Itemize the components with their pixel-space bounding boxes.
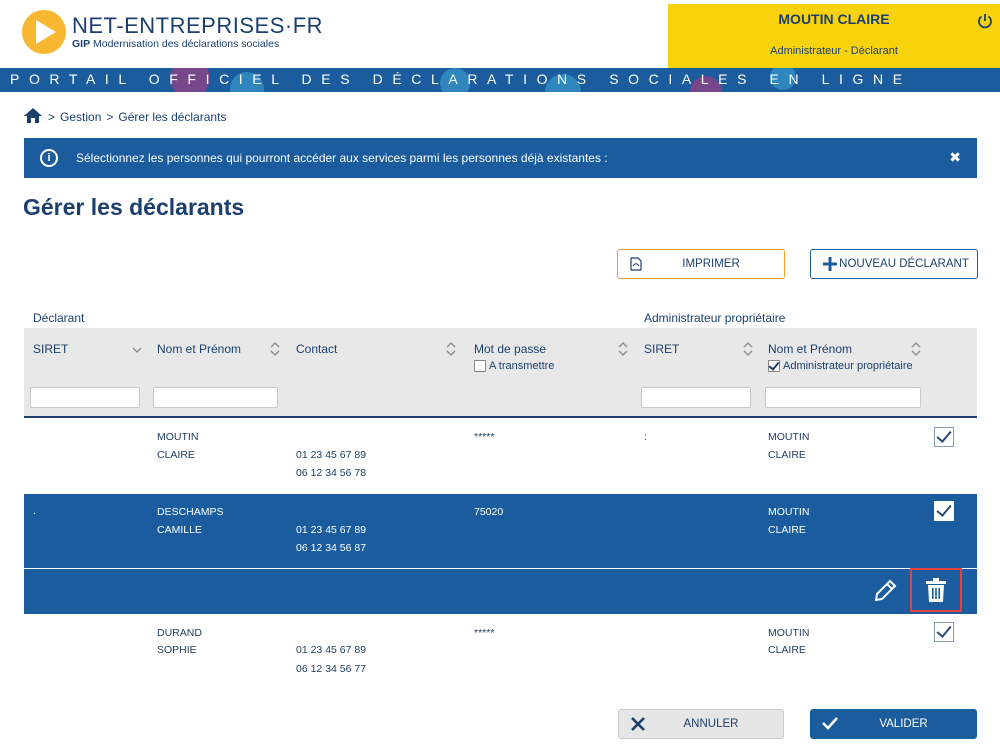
validate-button[interactable]: VALIDER: [810, 709, 977, 739]
logo-title: NET-ENTREPRISES·FR: [72, 12, 324, 38]
portal-banner: PORTAIL OFFICIEL DES DÉCLARATIONS SOCIAL…: [0, 68, 1000, 92]
header: NET-ENTREPRISES·FR GIP Modernisation des…: [0, 0, 1000, 68]
checkbox-transmettre[interactable]: [474, 360, 486, 372]
info-bar: i Sélectionnez les personnes qui pourron…: [24, 138, 977, 178]
group-declarant: Déclarant: [33, 311, 85, 325]
breadcrumb-separator: >: [106, 110, 114, 124]
cell-admin-nom: MOUTIN: [768, 431, 810, 443]
chevron-down-icon[interactable]: [132, 342, 142, 356]
check-icon: [822, 716, 838, 733]
sort-icon[interactable]: [618, 342, 628, 356]
breadcrumb-separator: >: [48, 110, 56, 124]
logo-subtitle: GIP Modernisation des déclarations socia…: [72, 37, 280, 50]
filter-siret-admin-input[interactable]: [641, 387, 751, 408]
cell-nom: DESCHAMPS: [157, 506, 224, 518]
new-declarant-label: NOUVEAU DÉCLARANT: [839, 258, 969, 270]
row-checkbox[interactable]: [934, 501, 954, 521]
plus-icon: [823, 257, 837, 274]
filter-transmettre[interactable]: A transmettre: [474, 360, 554, 372]
table-row[interactable]: DURAND SOPHIE 01 23 45 67 89 06 12 34 56…: [24, 622, 977, 684]
header-nom[interactable]: Nom et Prénom: [157, 342, 241, 356]
header-siret-admin[interactable]: SIRET: [644, 342, 679, 356]
header-nom-admin[interactable]: Nom et Prénom: [768, 342, 852, 356]
sort-icon[interactable]: [446, 342, 456, 356]
cell-prenom: CAMILLE: [157, 524, 202, 536]
info-text: Sélectionnez les personnes qui pourront …: [76, 151, 608, 165]
cell-siret-admin: :: [644, 431, 647, 443]
close-icon[interactable]: ✖: [949, 149, 961, 166]
page-title: Gérer les déclarants: [23, 194, 245, 220]
cancel-label: ANNULER: [683, 718, 739, 730]
sort-icon[interactable]: [911, 342, 921, 356]
close-icon: [631, 717, 645, 734]
cell-admin-nom: MOUTIN: [768, 506, 810, 518]
filter-siret-input[interactable]: [30, 387, 140, 408]
cell-admin-prenom: CLAIRE: [768, 449, 806, 461]
breadcrumb-gestion[interactable]: Gestion: [60, 110, 101, 124]
power-icon[interactable]: [977, 13, 993, 34]
cell-mdp: 75020: [474, 506, 504, 518]
cell-tel1: 01 23 45 67 89: [296, 644, 367, 656]
cell-tel2: 06 12 34 56 87: [296, 542, 367, 554]
cell-siret: .: [33, 505, 36, 517]
user-box: MOUTIN CLAIRE Administrateur - Déclarant: [668, 4, 1000, 68]
filter-nom-input[interactable]: [153, 387, 278, 408]
delete-button[interactable]: [910, 568, 962, 612]
trash-icon: [926, 578, 946, 602]
print-button[interactable]: IMPRIMER: [617, 249, 785, 279]
sort-icon[interactable]: [270, 342, 280, 356]
new-declarant-button[interactable]: NOUVEAU DÉCLARANT: [810, 249, 978, 279]
validate-label: VALIDER: [879, 718, 928, 730]
pdf-icon: [630, 257, 642, 274]
cell-prenom: CLAIRE: [157, 449, 195, 461]
cell-tel2: 06 12 34 56 78: [296, 467, 367, 479]
sort-icon[interactable]: [743, 342, 753, 356]
user-name: MOUTIN CLAIRE: [778, 11, 890, 27]
table-row[interactable]: MOUTIN CLAIRE 01 23 45 67 89 06 12 34 56…: [24, 427, 977, 492]
info-icon: i: [40, 149, 58, 167]
checkbox-admin-proprietaire[interactable]: [768, 360, 780, 372]
home-icon[interactable]: [24, 108, 42, 126]
pencil-icon[interactable]: [872, 578, 898, 609]
filter-admin-proprietaire[interactable]: Administrateur propriétaire: [768, 360, 913, 372]
table-row-selected[interactable]: . DESCHAMPS CAMILLE 01 23 45 67 89 06 12…: [24, 494, 977, 568]
row-checkbox[interactable]: [934, 622, 954, 642]
breadcrumb: > Gestion > Gérer les déclarants: [24, 108, 231, 126]
cell-nom: DURAND: [157, 627, 202, 639]
cell-tel1: 01 23 45 67 89: [296, 524, 367, 536]
header-siret[interactable]: SIRET: [33, 342, 68, 356]
logo[interactable]: NET-ENTREPRISES·FR GIP Modernisation des…: [22, 10, 323, 54]
row-actions-bar: [24, 568, 977, 614]
filter-nom-admin-input[interactable]: [765, 387, 921, 408]
row-checkbox[interactable]: [934, 427, 954, 447]
cell-admin-prenom: CLAIRE: [768, 644, 806, 656]
banner-text: PORTAIL OFFICIEL DES DÉCLARATIONS SOCIAL…: [10, 71, 912, 87]
table-header: SIRET Nom et Prénom Contact Mot de passe…: [24, 328, 977, 418]
print-label: IMPRIMER: [682, 258, 740, 270]
header-contact[interactable]: Contact: [296, 342, 337, 356]
user-role: Administrateur - Déclarant: [770, 45, 898, 57]
cell-tel1: 01 23 45 67 89: [296, 449, 367, 461]
group-admin: Administrateur propriétaire: [644, 311, 786, 325]
play-logo-icon: [22, 10, 66, 54]
cell-mdp: *****: [474, 431, 495, 443]
cancel-button[interactable]: ANNULER: [618, 709, 784, 739]
cell-prenom: SOPHIE: [157, 644, 197, 656]
cell-admin-prenom: CLAIRE: [768, 524, 806, 536]
cell-mdp: *****: [474, 627, 495, 639]
cell-nom: MOUTIN: [157, 431, 199, 443]
breadcrumb-current: Gérer les déclarants: [118, 110, 227, 124]
header-mdp[interactable]: Mot de passe: [474, 342, 546, 356]
cell-admin-nom: MOUTIN: [768, 627, 810, 639]
cell-tel2: 06 12 34 56 77: [296, 663, 367, 675]
